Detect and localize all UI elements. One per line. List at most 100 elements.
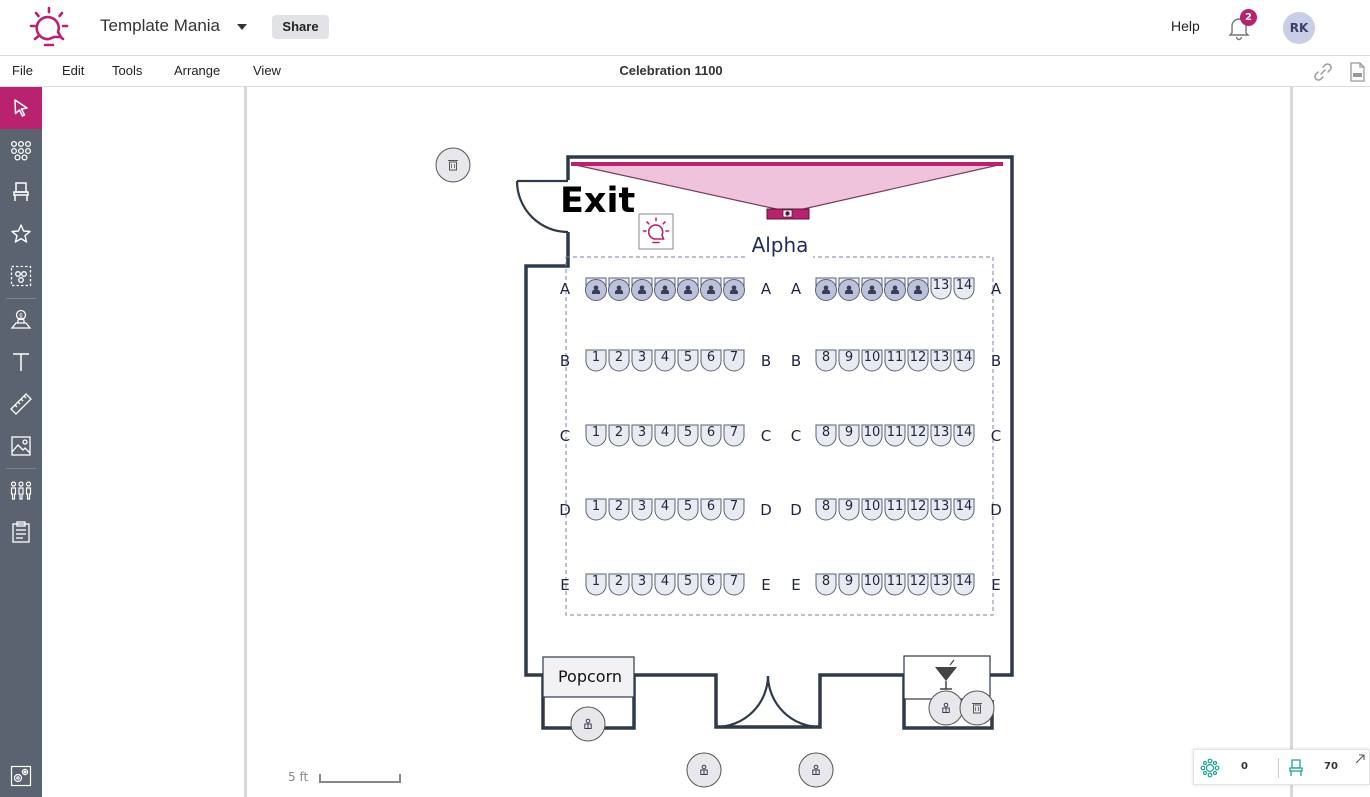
seat[interactable]: 11 [884, 498, 906, 521]
seat[interactable]: 6 [700, 498, 722, 521]
staff-count-icon [1200, 758, 1220, 778]
seat[interactable]: 1 [585, 349, 607, 372]
seat[interactable]: 9 [838, 573, 860, 596]
seat[interactable]: 10 [861, 349, 883, 372]
seat-number: 10 [864, 574, 881, 589]
seat-number: 13 [933, 350, 950, 365]
seat[interactable]: 3 [631, 424, 653, 447]
seat-number: 5 [684, 499, 692, 514]
seat[interactable]: 14 [953, 349, 975, 372]
seat[interactable]: 13 [930, 573, 952, 596]
seat[interactable] [700, 277, 722, 301]
seat[interactable]: 12 [907, 349, 929, 372]
expand-icon[interactable] [1354, 753, 1366, 765]
staff-count: 0 [1241, 761, 1248, 772]
staff-marker[interactable] [686, 752, 722, 788]
seat[interactable]: 4 [654, 424, 676, 447]
seat[interactable]: 1 [585, 498, 607, 521]
seat[interactable]: 8 [815, 498, 837, 521]
seat[interactable] [608, 277, 630, 301]
seat[interactable] [585, 277, 607, 301]
seat[interactable]: 5 [677, 424, 699, 447]
seat-number: 2 [615, 425, 623, 440]
seat[interactable] [723, 277, 745, 301]
seat[interactable] [838, 277, 860, 301]
seat[interactable]: 10 [861, 573, 883, 596]
seat[interactable]: 13 [930, 349, 952, 372]
seat[interactable]: 10 [861, 498, 883, 521]
seat[interactable]: 10 [861, 424, 883, 447]
seat[interactable]: 13 [930, 277, 952, 300]
seat[interactable]: 5 [677, 573, 699, 596]
staff-marker[interactable] [928, 690, 964, 726]
seat-number: 3 [638, 350, 646, 365]
seat[interactable]: 7 [723, 498, 745, 521]
seat[interactable]: 2 [608, 424, 630, 447]
seat[interactable] [654, 277, 676, 301]
seat[interactable]: 11 [884, 573, 906, 596]
seat[interactable]: 8 [815, 424, 837, 447]
section-alpha-bounds[interactable] [565, 256, 994, 616]
seating-rows[interactable]: A A A A13 14B B B B1 2 3 4 5 6 7 8 9 10 11 12 13 14C C C C1 2 3 4 5… [559, 277, 1002, 596]
seat[interactable]: 13 [930, 498, 952, 521]
seat[interactable]: 11 [884, 424, 906, 447]
seat-number: 10 [864, 425, 881, 440]
seat[interactable] [677, 277, 699, 301]
seat[interactable]: 1 [585, 424, 607, 447]
popcorn-station[interactable]: Popcorn [542, 656, 635, 698]
seat-number: 14 [956, 278, 973, 293]
seat[interactable]: 14 [953, 573, 975, 596]
capacity-counter[interactable]: 0 70 [1193, 749, 1370, 785]
seat[interactable]: 12 [907, 573, 929, 596]
seat[interactable]: 7 [723, 573, 745, 596]
seat[interactable]: 2 [608, 498, 630, 521]
seat[interactable]: 14 [953, 424, 975, 447]
row-label: E [761, 576, 770, 594]
seat[interactable]: 8 [815, 573, 837, 596]
seat[interactable]: 13 [930, 424, 952, 447]
seat[interactable] [884, 277, 906, 301]
seat[interactable]: 14 [953, 277, 975, 300]
trash-marker[interactable] [435, 147, 471, 183]
seat[interactable]: 3 [631, 573, 653, 596]
seat[interactable]: 4 [654, 573, 676, 596]
seat-number: 5 [684, 574, 692, 589]
trash-marker[interactable] [959, 690, 995, 726]
seat[interactable]: 9 [838, 498, 860, 521]
staff-marker[interactable] [798, 752, 834, 788]
staff-marker[interactable] [570, 706, 606, 742]
seat[interactable]: 6 [700, 424, 722, 447]
seat[interactable]: 12 [907, 424, 929, 447]
seat[interactable] [861, 277, 883, 301]
seat[interactable]: 3 [631, 349, 653, 372]
logo-marker[interactable] [638, 213, 674, 250]
seat[interactable]: 7 [723, 424, 745, 447]
seat[interactable]: 6 [700, 573, 722, 596]
seat[interactable] [631, 277, 653, 301]
seat[interactable]: 9 [838, 349, 860, 372]
seat-number: 12 [910, 499, 927, 514]
seat[interactable] [907, 277, 929, 301]
seat-number: 10 [864, 350, 881, 365]
seat[interactable]: 3 [631, 498, 653, 521]
seat[interactable]: 2 [608, 349, 630, 372]
seat[interactable]: 8 [815, 349, 837, 372]
seat[interactable]: 14 [953, 498, 975, 521]
seat[interactable]: 6 [700, 349, 722, 372]
seat[interactable]: 2 [608, 573, 630, 596]
floor-plan[interactable]: Exit Alpha A A A A13 14B B B B1 2 3 4 5 6 7 8 9 10 11 12 13… [0, 0, 1370, 797]
seat[interactable]: 4 [654, 349, 676, 372]
seat[interactable]: 11 [884, 349, 906, 372]
seat[interactable]: 9 [838, 424, 860, 447]
seat[interactable]: 12 [907, 498, 929, 521]
row-label: C [560, 427, 570, 445]
seat-number: 8 [822, 574, 830, 589]
seat[interactable] [815, 277, 837, 301]
seat[interactable]: 5 [677, 498, 699, 521]
seat[interactable]: 1 [585, 573, 607, 596]
section-label[interactable]: Alpha [752, 233, 809, 257]
seat-number: 2 [615, 350, 623, 365]
seat[interactable]: 5 [677, 349, 699, 372]
seat[interactable]: 4 [654, 498, 676, 521]
seat[interactable]: 7 [723, 349, 745, 372]
